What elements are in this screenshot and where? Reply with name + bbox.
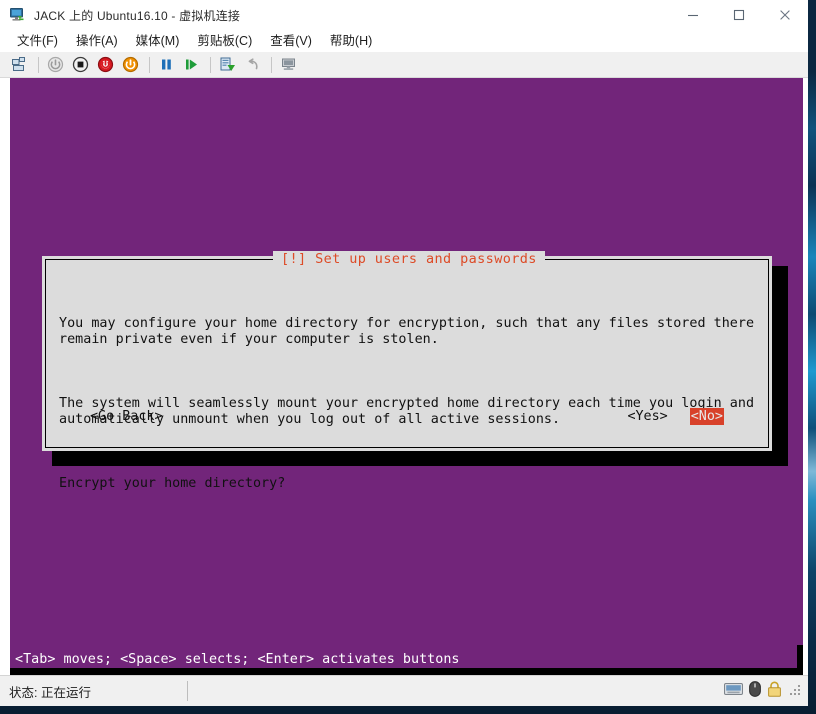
status-separator [186,681,188,701]
vm-bottom-bar [10,668,803,675]
menu-item-clipboard[interactable]: 剪贴板(C) [188,30,261,52]
status-bar: 状态: 正在运行 [0,675,808,706]
menu-bar: 文件(F) 操作(A) 媒体(M) 剪贴板(C) 查看(V) 帮助(H) [0,30,808,52]
vm-connect-window: JACK 上的 Ubuntu16.10 - 虚拟机连接 文件(F) 操作(A) … [0,0,808,706]
dialog-title: [!] Set up users and passwords [273,251,545,267]
no-button[interactable]: <No> [689,408,724,425]
toolbar [0,52,808,78]
menu-item-action[interactable]: 操作(A) [67,30,127,52]
vm-right-bar [797,645,803,675]
vm-screen[interactable]: [!] Set up users and passwords You may c… [10,78,803,675]
keyboard-hint: <Tab> moves; <Space> selects; <Enter> ac… [15,652,460,667]
dialog-question: Encrypt your home directory? [59,476,286,491]
dialog-button-row: <Go Back> <Yes> <No> [46,408,768,425]
keyboard-icon [724,682,743,701]
menu-item-media[interactable]: 媒体(M) [127,30,189,52]
title-bar: JACK 上的 Ubuntu16.10 - 虚拟机连接 [0,0,808,30]
start-icon[interactable] [44,54,66,76]
enhanced-session-icon[interactable] [277,54,299,76]
dialog-paragraph-1: You may configure your home directory fo… [59,316,755,347]
turn-off-icon[interactable] [69,54,91,76]
lock-icon [767,681,782,702]
toolbar-separator [149,56,150,73]
menu-item-file[interactable]: 文件(F) [8,30,67,52]
toolbar-separator [271,56,272,73]
vm-connect-icon [10,7,26,23]
resize-grip[interactable] [790,685,802,697]
mouse-icon [749,680,761,702]
status-text: 状态: 正在运行 [9,685,91,700]
dialog-border: [!] Set up users and passwords You may c… [45,251,769,491]
menu-item-help[interactable]: 帮助(H) [321,30,381,52]
go-back-button[interactable]: <Go Back> [90,409,163,424]
close-icon[interactable] [762,0,808,30]
shut-down-icon[interactable] [94,54,116,76]
pause-icon[interactable] [155,54,177,76]
window-controls [670,0,808,30]
checkpoint-icon[interactable] [216,54,238,76]
save-state-icon[interactable] [119,54,141,76]
ctrl-alt-del-icon[interactable] [8,54,30,76]
maximize-icon[interactable] [716,0,762,30]
dialog-panel: [!] Set up users and passwords You may c… [42,251,772,491]
setup-dialog: [!] Set up users and passwords You may c… [42,251,788,491]
dialog-body: You may configure your home directory fo… [46,260,768,540]
menu-item-view[interactable]: 查看(V) [261,30,321,52]
yes-button[interactable]: <Yes> [627,409,667,424]
minimize-icon[interactable] [670,0,716,30]
status-icon-group [718,680,808,702]
window-title: JACK 上的 Ubuntu16.10 - 虚拟机连接 [34,8,241,23]
revert-icon[interactable] [241,54,263,76]
reset-icon[interactable] [180,54,202,76]
toolbar-separator [210,56,211,73]
toolbar-separator [38,56,39,73]
